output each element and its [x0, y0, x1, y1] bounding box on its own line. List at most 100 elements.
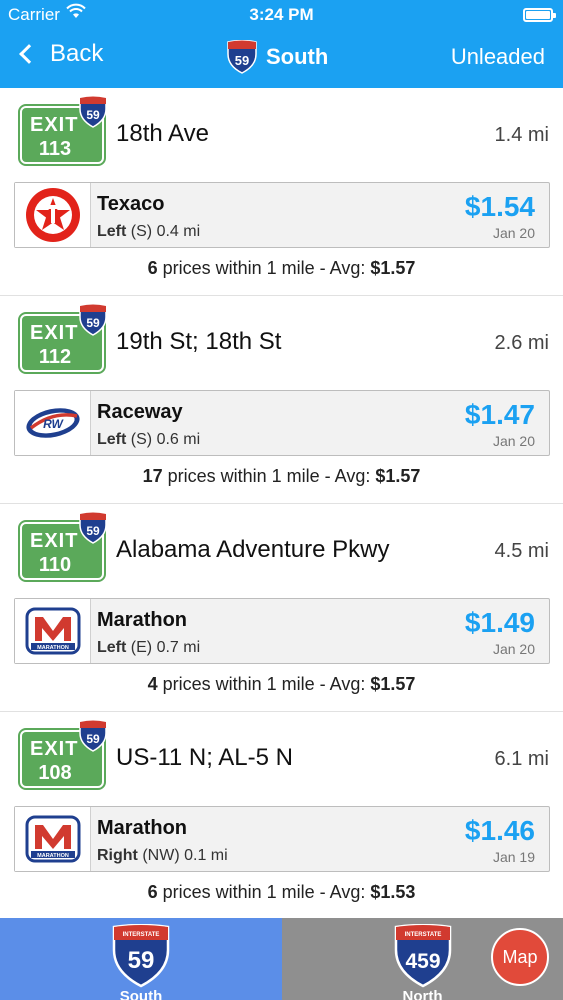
station-side: Left [97, 223, 127, 240]
summary-text: prices within 1 mile - Avg: [157, 882, 371, 902]
price-date: Jan 19 [492, 849, 535, 865]
station-distance: 0.6 mi [156, 431, 201, 448]
station-distance: 0.4 mi [156, 223, 201, 240]
station-card[interactable]: RW Raceway Left (S) 0.6 mi $1.47 Jan 20 [14, 390, 550, 456]
route-number: 459 [405, 950, 440, 973]
svg-text:MARATHON: MARATHON [37, 645, 69, 651]
exit-number: 113 [38, 138, 72, 160]
navigation-bar: Back 59 South Unleaded [0, 36, 563, 80]
exit-distance: 2.6 mi [494, 332, 549, 354]
exit-section[interactable]: EXIT 108 59 US-11 N; AL-5 N 6.1 mi MARAT… [0, 712, 563, 918]
station-direction: Left (E) 0.7 mi [97, 639, 200, 657]
exit-list[interactable]: EXIT 113 59 18th Ave 1.4 mi Texaco Left … [0, 88, 563, 918]
station-side: Left [97, 431, 127, 448]
station-direction: Left (S) 0.6 mi [97, 431, 200, 449]
page-title: 59 South [226, 40, 328, 74]
svg-text:MARATHON: MARATHON [37, 853, 69, 859]
interstate-shield-icon: 59 [227, 40, 257, 74]
average-price: $1.53 [370, 882, 416, 902]
summary-text: prices within 1 mile - Avg: [157, 258, 371, 278]
route-number: 59 [235, 53, 249, 68]
chevron-left-icon [19, 44, 39, 64]
exit-distance: 1.4 mi [494, 124, 549, 146]
station-price: $1.46 [464, 815, 535, 846]
route-number: 59 [86, 524, 100, 538]
station-brand: Marathon [97, 609, 187, 631]
tab-label: South [119, 988, 163, 1000]
price-summary[interactable]: 17 prices within 1 mile - Avg: $1.57 [0, 466, 563, 487]
exit-name: 18th Ave [116, 120, 209, 147]
station-card[interactable]: MARATHON Marathon Left (E) 0.7 mi $1.49 … [14, 598, 550, 664]
marathon-logo-icon: MARATHON [15, 599, 91, 663]
average-price: $1.57 [375, 466, 421, 486]
price-count: 6 [147, 258, 158, 278]
exit-name: Alabama Adventure Pkwy [116, 536, 390, 563]
station-heading: (S) [130, 431, 153, 448]
exit-word: EXIT [30, 322, 79, 344]
station-heading: (S) [130, 223, 153, 240]
raceway-logo-icon: RW [15, 391, 91, 455]
map-button[interactable]: Map [491, 928, 549, 986]
tab-south[interactable]: INTERSTATE 59 South [0, 918, 282, 1000]
station-brand: Texaco [97, 193, 165, 215]
back-button[interactable]: Back [16, 40, 103, 68]
station-price: $1.54 [464, 191, 535, 222]
route-number: 59 [86, 108, 100, 122]
top-bar: Carrier 3:24 PM Back 59 South Unleaded [0, 0, 563, 88]
shield-top-text: INTERSTATE [123, 932, 160, 938]
price-count: 17 [142, 466, 163, 486]
exit-sign: EXIT 113 59 [18, 96, 107, 166]
station-distance: 0.1 mi [184, 847, 228, 864]
exit-name: 19th St; 18th St [116, 328, 282, 355]
exit-sign: EXIT 110 59 [18, 512, 107, 582]
station-card[interactable]: MARATHON Marathon Right (NW) 0.1 mi $1.4… [14, 806, 550, 872]
exit-section[interactable]: EXIT 113 59 18th Ave 1.4 mi Texaco Left … [0, 88, 563, 296]
price-summary[interactable]: 6 prices within 1 mile - Avg: $1.57 [0, 258, 563, 279]
interstate-shield-icon: 59 [79, 512, 107, 544]
interstate-shield-icon: INTERSTATE 59 [112, 924, 170, 988]
station-price: $1.49 [464, 607, 535, 638]
exit-number: 108 [38, 762, 72, 784]
price-count: 4 [147, 674, 158, 694]
average-price: $1.57 [370, 674, 416, 694]
price-summary[interactable]: 4 prices within 1 mile - Avg: $1.57 [0, 674, 563, 695]
route-number: 59 [86, 316, 100, 330]
route-number: 59 [86, 732, 100, 746]
exit-distance: 6.1 mi [494, 748, 549, 770]
exit-number: 112 [38, 346, 72, 368]
exit-section[interactable]: EXIT 110 59 Alabama Adventure Pkwy 4.5 m… [0, 504, 563, 712]
exit-section[interactable]: EXIT 112 59 19th St; 18th St 2.6 mi RW R… [0, 296, 563, 504]
station-heading: (NW) [142, 847, 180, 864]
texaco-logo-icon [15, 183, 91, 247]
station-card[interactable]: Texaco Left (S) 0.4 mi $1.54 Jan 20 [14, 182, 550, 248]
exit-word: EXIT [30, 738, 79, 760]
exit-distance: 4.5 mi [494, 540, 549, 562]
fuel-type-button[interactable]: Unleaded [451, 44, 545, 70]
exit-name: US-11 N; AL-5 N [116, 744, 293, 771]
exit-number: 110 [38, 554, 72, 576]
status-bar: Carrier 3:24 PM [0, 0, 563, 30]
price-date: Jan 20 [492, 433, 535, 449]
station-heading: (E) [130, 639, 153, 656]
clock: 3:24 PM [249, 5, 314, 24]
svg-text:RW: RW [43, 417, 64, 431]
interstate-shield-icon: INTERSTATE 459 [394, 924, 451, 988]
station-distance: 0.7 mi [156, 639, 201, 656]
price-date: Jan 20 [492, 641, 535, 657]
exit-sign: EXIT 112 59 [18, 304, 107, 374]
interstate-shield-icon: 59 [79, 304, 107, 336]
tab-bar: INTERSTATE 59 South INTERSTATE 459 North… [0, 918, 563, 1000]
summary-text: prices within 1 mile - Avg: [162, 466, 376, 486]
shield-top-text: INTERSTATE [404, 932, 441, 938]
exit-sign: EXIT 108 59 [18, 720, 107, 790]
marathon-logo-icon: MARATHON [15, 807, 91, 871]
tab-label: North [402, 988, 443, 1000]
station-price: $1.47 [464, 399, 535, 430]
direction-label: South [266, 44, 329, 69]
interstate-shield-icon: 59 [79, 720, 107, 752]
price-count: 6 [147, 882, 158, 902]
price-date: Jan 20 [492, 225, 535, 241]
station-direction: Right (NW) 0.1 mi [97, 847, 228, 865]
price-summary[interactable]: 6 prices within 1 mile - Avg: $1.53 [0, 882, 563, 903]
summary-text: prices within 1 mile - Avg: [157, 674, 371, 694]
